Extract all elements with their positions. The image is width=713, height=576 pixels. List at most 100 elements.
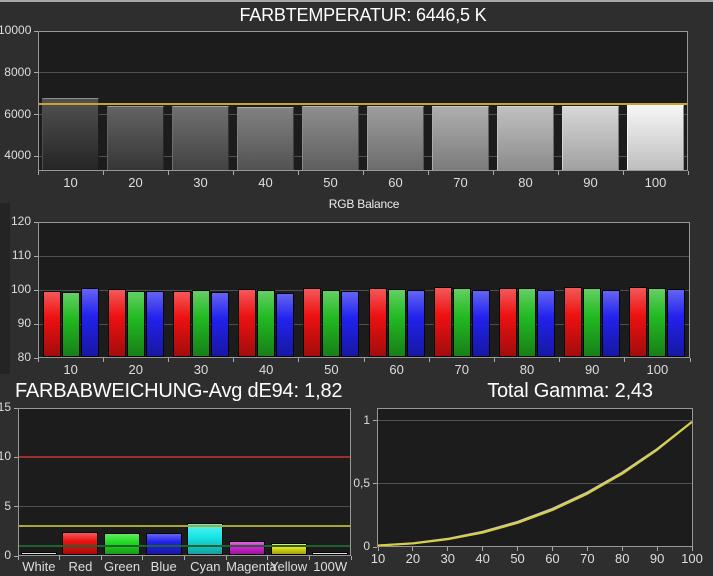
- color-temperature-title-text: FARBTEMPERATUR: 6446,5 K: [234, 5, 492, 25]
- y-axis-label: 8000: [4, 64, 31, 79]
- green-balance-bar: [518, 288, 536, 357]
- x-axis-label: 40: [475, 551, 490, 566]
- measured-gamma-curve: [378, 421, 692, 546]
- y-axis-tick: [373, 420, 377, 422]
- x-axis-label: 20: [405, 551, 421, 566]
- y-axis-label: 110: [11, 248, 31, 262]
- x-axis-tick: [350, 556, 352, 560]
- green-balance-bar: [387, 288, 406, 357]
- red-balance-bar: [368, 287, 387, 357]
- blue-balance-bar: [667, 288, 686, 357]
- x-axis-label: 70: [453, 175, 468, 190]
- deviation-bar-green: [104, 532, 141, 555]
- x-axis-label: 50: [323, 175, 338, 190]
- green-balance-bar: [61, 291, 80, 357]
- blue-balance-bar: [537, 289, 555, 357]
- green-balance-bar: [322, 289, 341, 357]
- y-axis-label: 10: [0, 449, 11, 464]
- y-axis-tick: [373, 546, 377, 548]
- calibration-report-screen: FARBTEMPERATUR: 6446,5 K RGB Balance FAR…: [0, 0, 713, 576]
- x-axis-label: 10: [63, 175, 78, 190]
- x-axis-label: 30: [440, 551, 455, 566]
- x-axis-tick: [687, 171, 689, 175]
- color-deviation-title: FARBABWEICHUNG-Avg dE94: 1,82: [10, 380, 348, 403]
- temperature-bar: [237, 106, 294, 170]
- temperature-bar: [432, 105, 489, 170]
- x-axis-label: 30: [193, 175, 208, 190]
- red-balance-bar: [499, 287, 517, 357]
- temperature-bar: [367, 106, 424, 170]
- green-balance-bar: [126, 291, 145, 357]
- total-gamma-title: Total Gamma: 2,43: [412, 380, 713, 403]
- y-axis-label: 4000: [4, 148, 31, 163]
- green-balance-bar: [257, 290, 276, 357]
- x-axis-label: 60: [545, 551, 560, 566]
- x-axis-label: Cyan: [190, 559, 221, 574]
- temperature-bar: [172, 105, 229, 170]
- x-axis-label: Magenta: [226, 559, 277, 574]
- y-axis-label: 80: [17, 350, 31, 364]
- x-axis-label: 80: [518, 175, 533, 190]
- red-balance-bar: [42, 290, 61, 357]
- y-axis-tick: [34, 155, 38, 157]
- deviation-bar-cyan: [187, 523, 224, 555]
- x-axis-label: 20: [128, 362, 144, 377]
- temperature-bar: [627, 105, 684, 170]
- red-balance-bar: [173, 290, 191, 357]
- deviation-threshold-line: [19, 456, 350, 459]
- x-axis-label: 100: [646, 362, 669, 377]
- gridline: [39, 72, 687, 74]
- temperature-bar: [497, 106, 554, 170]
- blue-balance-bar: [276, 293, 295, 357]
- x-axis-label: 50: [510, 551, 525, 566]
- y-axis-label: 100: [10, 282, 31, 296]
- gamma-curve-svg: [378, 421, 692, 546]
- y-axis-label: 5: [4, 498, 11, 513]
- reference-gamma-curve: [378, 421, 692, 546]
- deviation-threshold-line: [19, 525, 350, 528]
- y-axis-tick: [34, 114, 38, 116]
- deviation-bar-magenta: [228, 540, 265, 555]
- x-axis-label: Blue: [150, 559, 177, 574]
- temperature-bar: [302, 106, 359, 170]
- x-axis-label: 40: [258, 362, 274, 377]
- rgb-balance-title: RGB Balance: [38, 197, 690, 211]
- blue-balance-bar: [602, 290, 621, 357]
- y-axis-label: 1: [363, 412, 370, 427]
- y-axis-label: 0: [4, 548, 11, 562]
- blue-balance-bar: [145, 290, 164, 357]
- x-axis-label: 70: [580, 551, 595, 566]
- x-axis-label: Yellow: [270, 559, 308, 574]
- y-axis-tick: [14, 456, 18, 458]
- blue-balance-bar: [341, 291, 360, 357]
- blue-balance-bar: [80, 287, 99, 357]
- deviation-threshold-line: [19, 545, 350, 548]
- y-axis-tick: [34, 72, 38, 74]
- y-axis-label: 90: [17, 316, 31, 330]
- y-axis-tick: [34, 323, 38, 325]
- temperature-bar: [562, 106, 619, 170]
- x-axis-label: 90: [649, 551, 665, 566]
- green-balance-bar: [452, 288, 471, 357]
- temperature-bar: [107, 105, 164, 170]
- y-axis-tick: [34, 30, 38, 32]
- y-axis-label: 10000: [0, 23, 32, 37]
- x-axis-label: 60: [389, 362, 404, 377]
- x-axis-label: Green: [103, 559, 141, 574]
- x-axis-label: 100: [644, 175, 667, 190]
- window-top-edge: [0, 0, 713, 2]
- x-axis-label: 50: [324, 362, 339, 377]
- x-axis-label: 30: [193, 362, 209, 377]
- gridline: [19, 506, 350, 508]
- green-balance-bar: [192, 290, 210, 357]
- y-axis-label: 120: [10, 214, 31, 228]
- color-deviation-title-text: FARBABWEICHUNG-Avg dE94: 1,82: [10, 380, 348, 402]
- blue-balance-bar: [406, 289, 425, 357]
- red-balance-bar: [629, 287, 648, 357]
- red-balance-bar: [238, 288, 257, 357]
- deviation-bar-red: [62, 532, 99, 555]
- red-balance-bar: [303, 287, 322, 357]
- x-axis-label: Red: [68, 559, 93, 574]
- x-axis-label: 80: [519, 362, 535, 377]
- y-axis-tick: [14, 506, 18, 508]
